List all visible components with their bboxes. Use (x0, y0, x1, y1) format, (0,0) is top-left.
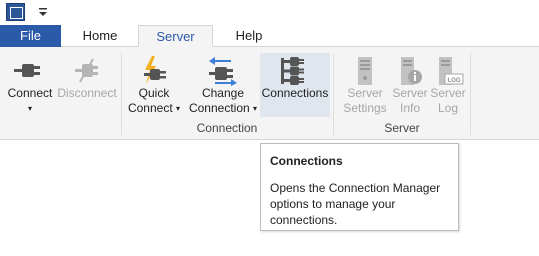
chevron-down-icon: ▾ (253, 104, 258, 114)
quick-access-toolbar (0, 0, 539, 25)
server-settings-label-1: Server (347, 86, 383, 100)
server-settings-label-2: Settings (343, 101, 387, 115)
tooltip-title: Connections (270, 154, 343, 168)
ribbon-separator (470, 53, 471, 135)
server-log-button[interactable]: LOG Server Log (429, 56, 467, 120)
tooltip-body: Opens the Connection Manager options to … (270, 181, 441, 227)
connect-label: Connect (7, 86, 53, 100)
change-connection-label-2: Connection (188, 101, 250, 115)
server-settings-icon (358, 57, 372, 85)
svg-text:LOG: LOG (448, 78, 461, 84)
server-info-label-1: Server (392, 86, 428, 100)
quick-connect-label-2: Connect (127, 101, 173, 115)
tab-help[interactable]: Help (213, 25, 285, 47)
disconnect-button[interactable]: Disconnect (56, 56, 118, 104)
chevron-down-icon: ▾ (176, 104, 181, 114)
server-settings-button[interactable]: Server Settings (340, 56, 390, 120)
tab-home[interactable]: Home (62, 25, 138, 47)
connections-tooltip: Connections Opens the Connection Manager… (260, 143, 459, 231)
connections-button[interactable]: Connections (260, 53, 330, 117)
server-info-button[interactable]: Server Info (390, 56, 430, 120)
disconnect-label: Disconnect (57, 86, 117, 100)
app-logo-icon[interactable] (6, 3, 25, 21)
change-connection-button[interactable]: Change Connection ▾ (186, 56, 260, 120)
server-info-icon (401, 57, 422, 85)
quick-connect-label-1: Quick (138, 86, 170, 100)
connect-button[interactable]: Connect ▾ (5, 56, 55, 118)
connections-manager-icon (281, 57, 304, 85)
server-info-label-2: Info (399, 101, 420, 115)
tab-file[interactable]: File (0, 25, 61, 47)
swap-plug-icon (209, 57, 237, 86)
plug-icon (14, 64, 40, 77)
quick-connect-button[interactable]: Quick Connect ▾ (125, 56, 183, 120)
server-log-label-1: Server (430, 86, 466, 100)
chevron-down-icon: ▾ (27, 104, 32, 114)
server-group-label: Server (384, 121, 420, 135)
chevron-down-icon[interactable] (37, 7, 49, 17)
connection-group-label: Connection (196, 121, 258, 135)
tab-server[interactable]: Server (138, 25, 213, 47)
connections-label: Connections (261, 86, 329, 100)
server-log-label-2: Log (437, 101, 459, 115)
lightning-plug-icon (144, 56, 166, 84)
change-connection-label-1: Change (201, 86, 245, 100)
unplug-icon (75, 58, 98, 83)
server-log-icon: LOG (439, 57, 464, 85)
